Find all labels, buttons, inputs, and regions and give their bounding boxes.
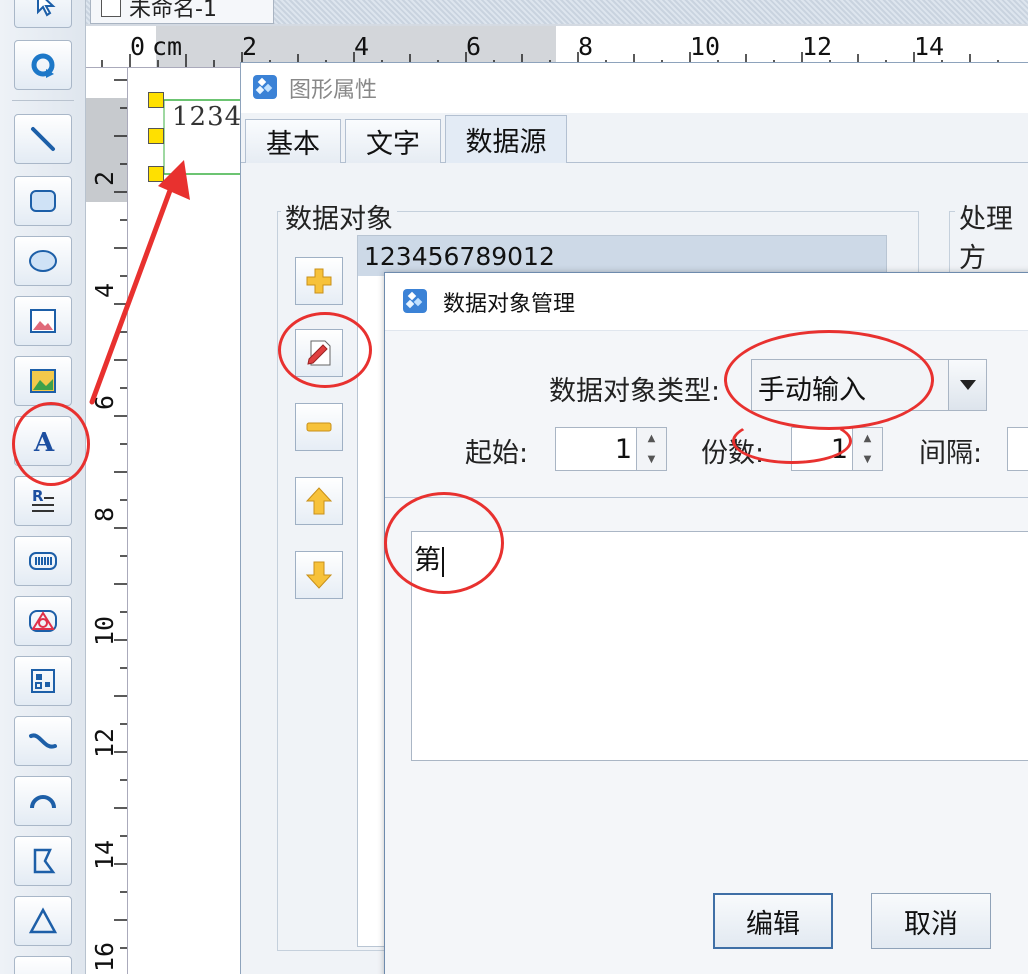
data-object-group-label: 数据对象 xyxy=(281,197,397,236)
ruler-unit: cm xyxy=(152,32,183,61)
ruler-label: 2 xyxy=(90,170,119,186)
arrow-down-icon xyxy=(305,561,333,589)
annotation-circle xyxy=(384,492,504,594)
barcode-icon[interactable] xyxy=(14,536,72,586)
ruler-label: 4 xyxy=(354,32,370,61)
ruler-label: 8 xyxy=(578,32,594,61)
svg-text:R: R xyxy=(32,487,44,505)
annotation-circle xyxy=(278,312,372,388)
edit-button[interactable]: 编辑 xyxy=(713,893,833,949)
interval-label: 间隔: xyxy=(919,438,983,469)
document-tab-checkbox[interactable] xyxy=(101,0,121,17)
start-label: 起始: xyxy=(465,438,529,469)
tab-text-label: 文字 xyxy=(366,129,420,160)
ruler-label: 10 xyxy=(90,615,119,646)
edit-button-label: 编辑 xyxy=(746,908,800,940)
properties-dialog-titlebar[interactable]: 图形属性 xyxy=(241,63,1028,113)
chevron-down-icon[interactable] xyxy=(948,360,986,410)
processing-group-label: 处理方 xyxy=(955,197,1028,275)
list-item[interactable]: 123456789012 xyxy=(358,236,886,276)
ruler-label: 14 xyxy=(90,839,119,870)
ruler-label: 8 xyxy=(90,506,119,522)
ruler-label: 0 xyxy=(130,32,146,61)
image-icon[interactable] xyxy=(14,296,72,346)
document-tab-label: 未命名-1 xyxy=(129,0,217,22)
rounded-rect-icon[interactable] xyxy=(14,176,72,226)
arrow-up-icon xyxy=(305,487,333,515)
ruler-label: 16 xyxy=(90,941,119,972)
picture-icon[interactable] xyxy=(14,356,72,406)
move-down-button[interactable] xyxy=(295,551,343,599)
curve-icon[interactable] xyxy=(14,716,72,766)
type-label: 数据对象类型: xyxy=(549,376,721,407)
qrcode-icon[interactable] xyxy=(14,656,72,706)
properties-dialog-title: 图形属性 xyxy=(289,78,378,103)
selection-handle[interactable] xyxy=(148,128,164,144)
cancel-button-label: 取消 xyxy=(904,908,958,940)
interval-stepper[interactable] xyxy=(1007,427,1028,471)
data-object-dialog-title: 数据对象管理 xyxy=(443,291,576,317)
start-stepper[interactable]: 1 ▲ ▼ xyxy=(555,427,667,471)
stepper-up-icon[interactable]: ▲ xyxy=(637,428,666,449)
app-window: A R 未命名-1 0 cm 2 4 6 8 10 12 14 2 4 6 8 … xyxy=(0,0,1028,974)
remove-data-object-button[interactable] xyxy=(295,403,343,451)
properties-tabs: 基本 文字 数据源 xyxy=(241,113,1028,163)
select-icon[interactable] xyxy=(14,0,72,28)
ruler-label: 12 xyxy=(90,727,119,758)
cancel-button[interactable]: 取消 xyxy=(871,893,991,949)
move-up-button[interactable] xyxy=(295,477,343,525)
manual-input-textarea[interactable]: 第 xyxy=(411,531,1028,761)
ruler-label: 4 xyxy=(90,282,119,298)
selection-handle[interactable] xyxy=(148,92,164,108)
tab-datasource[interactable]: 数据源 xyxy=(445,115,567,163)
add-data-object-button[interactable] xyxy=(295,257,343,305)
divider xyxy=(385,497,1028,498)
ruler-label: 6 xyxy=(466,32,482,61)
ruler-label: 10 xyxy=(690,32,721,61)
ruler-label: 6 xyxy=(90,394,119,410)
start-value: 1 xyxy=(614,434,632,465)
selection-handle[interactable] xyxy=(148,166,164,182)
ellipse-icon[interactable] xyxy=(14,236,72,286)
tab-basic[interactable]: 基本 xyxy=(245,119,341,163)
vertical-ruler: 2 4 6 8 10 12 14 16 xyxy=(86,68,128,974)
annotation-circle xyxy=(12,402,90,486)
triangle-icon[interactable] xyxy=(14,896,72,946)
shape-icon[interactable] xyxy=(14,596,72,646)
tab-basic-label: 基本 xyxy=(266,129,320,160)
app-logo-icon xyxy=(253,75,277,99)
polygon-icon[interactable] xyxy=(14,836,72,886)
stepper-up-icon[interactable]: ▲ xyxy=(853,428,882,449)
plus-icon xyxy=(306,268,332,294)
app-logo-icon xyxy=(403,289,427,313)
left-toolbar: A R xyxy=(0,0,86,974)
stepper-down-icon[interactable]: ▼ xyxy=(853,449,882,470)
tab-text[interactable]: 文字 xyxy=(345,119,441,163)
rotate-icon[interactable] xyxy=(14,40,72,90)
minus-icon xyxy=(306,422,332,432)
arc-icon[interactable] xyxy=(14,776,72,826)
ruler-label: 2 xyxy=(242,32,258,61)
stepper-down-icon[interactable]: ▼ xyxy=(637,449,666,470)
document-tab[interactable]: 未命名-1 xyxy=(90,0,274,24)
data-object-dialog-titlebar[interactable]: 数据对象管理 xyxy=(385,273,1028,331)
tab-datasource-label: 数据源 xyxy=(465,127,547,158)
ruler-label: 12 xyxy=(802,32,833,61)
line-icon[interactable] xyxy=(14,114,72,164)
ruler-label: 14 xyxy=(914,32,945,61)
annotation-circle xyxy=(732,418,852,464)
more-tools-icon[interactable] xyxy=(14,956,72,974)
annotation-circle xyxy=(724,330,934,430)
